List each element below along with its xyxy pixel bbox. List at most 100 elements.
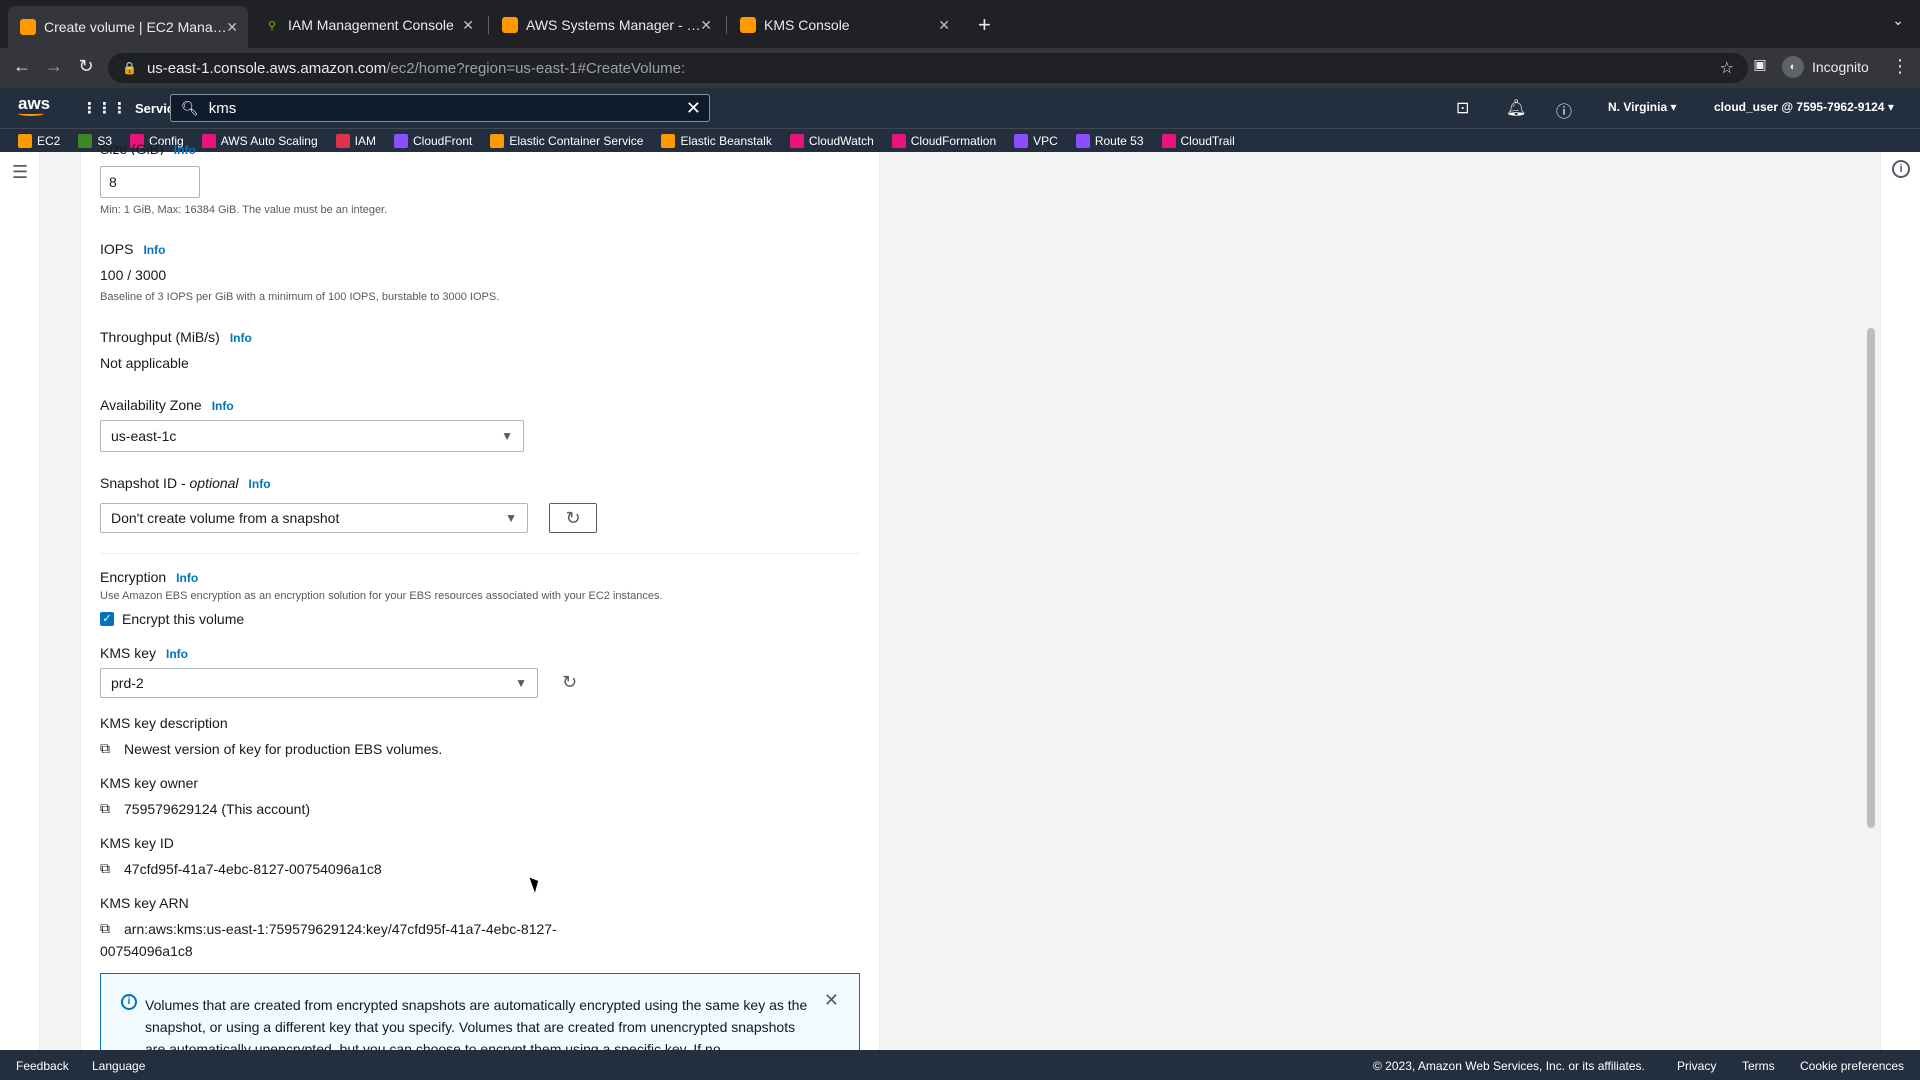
service-icon <box>891 133 906 148</box>
copy-icon[interactable]: ⧉ <box>100 800 110 817</box>
terms-link[interactable]: Terms <box>1742 1059 1775 1073</box>
tab-title: Create volume | EC2 Managem <box>44 19 234 35</box>
favorite-aws-auto-scaling[interactable]: AWS Auto Scaling <box>201 133 318 148</box>
favorite-cloudtrail[interactable]: CloudTrail <box>1161 133 1235 148</box>
az-label-text: Availability Zone <box>100 397 202 413</box>
hamburger-menu-icon[interactable]: ☰ <box>12 162 28 183</box>
info-link[interactable]: Info <box>174 143 196 155</box>
account-menu[interactable]: cloud_user @ 7595-7962-9124 ▾ <box>1714 100 1894 114</box>
feedback-link[interactable]: Feedback <box>16 1059 69 1073</box>
snapshot-select[interactable]: Don't create volume from a snapshot ▼ <box>100 503 528 533</box>
favorite-label: AWS Auto Scaling <box>220 133 318 148</box>
copy-icon[interactable]: ⧉ <box>100 860 110 877</box>
favorite-elastic-container-service[interactable]: Elastic Container Service <box>490 133 643 148</box>
kms-key-label: KMS key Info <box>100 645 188 661</box>
tab-kms[interactable]: KMS Console ✕ <box>728 8 960 42</box>
favorite-elastic-beanstalk[interactable]: Elastic Beanstalk <box>661 133 772 148</box>
info-link[interactable]: Info <box>230 331 252 345</box>
favorite-cloudfront[interactable]: CloudFront <box>394 133 472 148</box>
service-icon <box>201 133 216 148</box>
scrollbar-thumb[interactable] <box>1867 328 1875 828</box>
snapshot-label-text: Snapshot ID - <box>100 475 190 491</box>
tab-title: AWS Systems Manager - Sessi <box>526 17 701 33</box>
help-icon[interactable]: ⓘ <box>1556 98 1572 122</box>
reload-icon[interactable]: ↻ <box>74 56 98 77</box>
service-icon <box>490 133 505 148</box>
search-input[interactable]: 🔍︎ kms ✕ <box>170 94 710 122</box>
tab-iam[interactable]: ⚲ IAM Management Console ✕ <box>252 8 484 42</box>
favorite-ec2[interactable]: EC2 <box>18 133 60 148</box>
service-icon <box>78 133 93 148</box>
chevron-down-icon: ▾ <box>1670 100 1677 114</box>
lock-icon: 🔒 <box>122 61 137 75</box>
encrypt-volume-checkbox[interactable]: ✓ <box>100 612 114 626</box>
incognito-icon: ◐ <box>1782 56 1804 78</box>
tab-separator <box>726 16 727 34</box>
service-icon <box>394 133 408 148</box>
encrypt-volume-label[interactable]: Encrypt this volume <box>122 611 244 627</box>
url-path: /ec2/home?region=us-east-1#CreateVolume: <box>386 59 686 77</box>
iops-help: Baseline of 3 IOPS per GiB with a minimu… <box>100 291 500 303</box>
tab-create-volume[interactable]: Create volume | EC2 Managem ✕ <box>8 6 248 48</box>
close-icon[interactable]: ✕ <box>226 19 238 36</box>
size-input[interactable]: 8 <box>100 166 200 198</box>
copy-icon[interactable]: ⧉ <box>100 920 110 937</box>
refresh-icon: ↻ <box>565 507 581 528</box>
refresh-kms-icon[interactable]: ↻ <box>562 672 577 693</box>
favorite-cloudformation[interactable]: CloudFormation <box>891 133 996 148</box>
notifications-bell-icon[interactable]: 🔔︎ <box>1506 98 1526 118</box>
kebab-menu-icon[interactable]: ⋮ <box>1888 56 1912 77</box>
cloudshell-icon[interactable]: ⊡ <box>1456 98 1469 118</box>
iops-label: IOPS Info <box>100 241 165 257</box>
throughput-label-text: Throughput (MiB/s) <box>100 329 220 345</box>
aws-logo[interactable]: aws <box>18 94 50 116</box>
region-selector[interactable]: N. Virginia ▾ <box>1608 100 1677 114</box>
sidebar-icon[interactable]: ▣ <box>1748 56 1772 73</box>
snapshot-select-value: Don't create volume from a snapshot <box>111 510 340 526</box>
forward-icon[interactable]: → <box>42 56 66 77</box>
url-input[interactable]: 🔒 us-east-1.console.aws.amazon.com/ec2/h… <box>108 53 1748 83</box>
iops-value: 100 / 3000 <box>100 267 167 283</box>
cookie-preferences-link[interactable]: Cookie preferences <box>1800 1059 1904 1073</box>
back-icon[interactable]: ← <box>10 56 34 77</box>
favorite-cloudwatch[interactable]: CloudWatch <box>789 133 874 148</box>
refresh-snapshot-button[interactable]: ↻ <box>549 503 597 533</box>
tab-systems-manager[interactable]: AWS Systems Manager - Sessi ✕ <box>490 8 722 42</box>
favorite-label: CloudTrail <box>1180 133 1235 148</box>
info-link[interactable]: Info <box>212 399 234 413</box>
throughput-label: Throughput (MiB/s) Info <box>100 329 252 345</box>
size-input-value: 8 <box>109 174 117 190</box>
alert-text: Volumes that are created from encrypted … <box>145 997 808 1051</box>
privacy-link[interactable]: Privacy <box>1677 1059 1716 1073</box>
kms-arn-label: KMS key ARN <box>100 895 189 911</box>
info-link[interactable]: Info <box>249 477 271 491</box>
kms-id-label: KMS key ID <box>100 835 174 851</box>
star-icon[interactable]: ☆ <box>1720 58 1734 78</box>
clear-icon[interactable]: ✕ <box>686 98 701 119</box>
language-link[interactable]: Language <box>92 1059 145 1073</box>
info-link[interactable]: Info <box>166 647 188 661</box>
favorite-iam[interactable]: IAM <box>335 133 376 148</box>
info-link[interactable]: Info <box>143 243 165 257</box>
size-label-text: Size (GiB) <box>100 143 164 155</box>
close-icon[interactable]: ✕ <box>700 17 712 34</box>
favorite-label: Elastic Beanstalk <box>680 133 772 148</box>
info-link[interactable]: Info <box>176 571 198 585</box>
favorite-vpc[interactable]: VPC <box>1014 133 1058 148</box>
close-icon[interactable]: ✕ <box>462 17 474 34</box>
kms-key-select[interactable]: prd-2 ▼ <box>100 668 538 698</box>
size-label: Size (GiB) Info <box>100 143 196 155</box>
copy-icon[interactable]: ⧉ <box>100 740 110 757</box>
dismiss-alert-icon[interactable]: ✕ <box>824 990 839 1011</box>
chevron-down-icon[interactable]: ⌄ <box>1892 12 1904 29</box>
favorite-route-53[interactable]: Route 53 <box>1075 133 1144 148</box>
close-icon[interactable]: ✕ <box>938 17 950 34</box>
tab-title: IAM Management Console <box>288 17 454 33</box>
chevron-down-icon: ▾ <box>1887 100 1894 114</box>
az-select-value: us-east-1c <box>111 428 177 444</box>
tab-separator <box>488 16 489 34</box>
info-panel-icon[interactable]: i <box>1892 160 1910 178</box>
incognito-badge[interactable]: ◐ Incognito <box>1782 56 1869 78</box>
new-tab-button[interactable]: + <box>978 12 991 38</box>
availability-zone-select[interactable]: us-east-1c ▼ <box>100 420 524 452</box>
